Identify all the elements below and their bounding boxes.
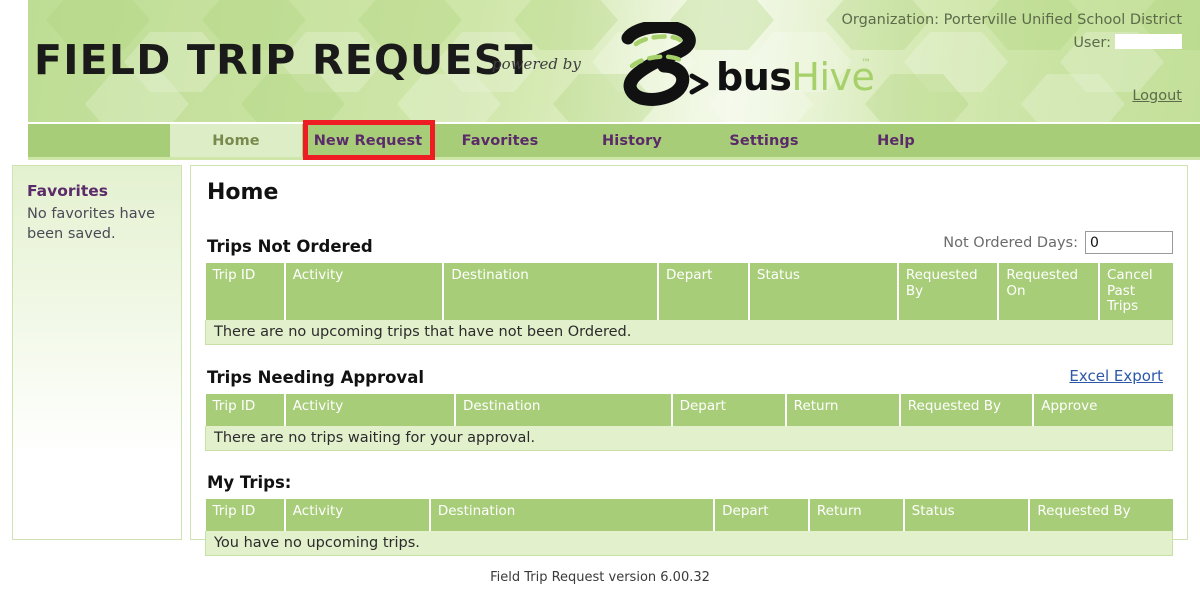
section-header-trips-not-ordered: Trips Not Ordered Not Ordered Days:: [205, 231, 1173, 256]
section-title-my-trips: My Trips:: [207, 472, 292, 492]
column-header-status[interactable]: Status: [903, 498, 1031, 531]
column-header-depart[interactable]: Depart: [658, 263, 750, 320]
column-header-activity[interactable]: Activity: [284, 263, 445, 320]
column-header-destination[interactable]: Destination: [429, 498, 716, 531]
empty-message-trips-needing-approval: There are no trips waiting for your appr…: [205, 425, 1173, 451]
bushive-bus-text: bus: [716, 55, 792, 99]
column-header-trip-id[interactable]: Trip ID: [205, 393, 286, 426]
app-title: FIELD TRIP REQUEST: [34, 36, 534, 84]
nav-tab-settings[interactable]: Settings: [698, 124, 830, 157]
column-header-activity[interactable]: Activity: [284, 393, 456, 426]
organization-label: Organization: Porterville Unified School…: [841, 12, 1182, 28]
empty-message-trips-not-ordered: There are no upcoming trips that have no…: [205, 319, 1173, 345]
trademark-symbol: ™: [861, 58, 871, 69]
column-header-cancel-past-trips[interactable]: Cancel Past Trips: [1098, 263, 1173, 320]
table-header-row: Trip ID Activity Destination Depart Stat…: [205, 263, 1173, 320]
column-header-activity[interactable]: Activity: [284, 498, 431, 531]
column-header-destination[interactable]: Destination: [443, 263, 660, 320]
bushive-logo: busHive ™: [608, 22, 878, 108]
nav-tab-new-request-label: New Request: [313, 132, 423, 149]
nav-tab-history-label: History: [602, 132, 662, 149]
logout-link[interactable]: Logout: [1132, 88, 1182, 104]
table-row-empty: You have no upcoming trips.: [205, 530, 1173, 556]
nav-left-spacer: [28, 124, 170, 157]
nav-tab-help[interactable]: Help: [830, 124, 962, 157]
nav-tab-settings-label: Settings: [729, 132, 799, 149]
section-header-my-trips: My Trips:: [205, 473, 1173, 492]
column-header-return[interactable]: Return: [785, 393, 901, 426]
table-trips-needing-approval: Trip ID Activity Destination Depart Retu…: [205, 393, 1173, 451]
column-header-requested-by[interactable]: Requested By: [899, 393, 1035, 426]
nav-tab-home-label: Home: [212, 132, 260, 149]
table-trips-not-ordered: Trip ID Activity Destination Depart Stat…: [205, 263, 1173, 345]
table-my-trips: Trip ID Activity Destination Depart Retu…: [205, 498, 1173, 556]
nav-tab-history[interactable]: History: [566, 124, 698, 157]
favorites-sidebar: Favorites No favorites have been saved.: [12, 165, 182, 540]
column-header-requested-by[interactable]: Requested By: [897, 263, 1000, 320]
column-header-trip-id[interactable]: Trip ID: [205, 263, 286, 320]
user-label: User:: [1073, 34, 1182, 51]
table-header-row: Trip ID Activity Destination Depart Retu…: [205, 393, 1173, 426]
nav-tab-help-label: Help: [877, 132, 915, 149]
column-header-approve[interactable]: Approve: [1033, 393, 1173, 426]
bushive-wordmark: busHive: [716, 55, 875, 99]
column-header-return[interactable]: Return: [808, 498, 905, 531]
nav-tab-new-request[interactable]: New Request: [302, 124, 434, 157]
page-title: Home: [207, 180, 279, 205]
powered-by-label: powered by: [492, 55, 581, 73]
excel-export-link[interactable]: Excel Export: [1069, 367, 1163, 385]
main-content-panel: Home Trips Not Ordered Not Ordered Days:…: [190, 165, 1188, 556]
table-header-row: Trip ID Activity Destination Depart Retu…: [205, 498, 1173, 531]
sidebar-title: Favorites: [27, 182, 108, 200]
sidebar-empty-message: No favorites have been saved.: [27, 206, 156, 242]
column-header-depart[interactable]: Depart: [671, 393, 787, 426]
nav-underline: [28, 157, 1200, 160]
footer-version: Field Trip Request version 6.00.32: [490, 570, 710, 585]
nav-tab-home[interactable]: Home: [170, 124, 302, 157]
nav-tab-favorites[interactable]: Favorites: [434, 124, 566, 157]
section-title-trips-needing-approval: Trips Needing Approval: [207, 367, 424, 387]
empty-message-my-trips: You have no upcoming trips.: [205, 530, 1173, 556]
not-ordered-days-control: Not Ordered Days:: [943, 231, 1173, 254]
column-header-status[interactable]: Status: [748, 263, 899, 320]
main-navigation: Home New Request Favorites History Setti…: [28, 124, 1200, 157]
column-header-destination[interactable]: Destination: [454, 393, 673, 426]
section-title-trips-not-ordered: Trips Not Ordered: [207, 237, 373, 256]
column-header-requested-by[interactable]: Requested By: [1029, 498, 1173, 531]
column-header-trip-id[interactable]: Trip ID: [205, 498, 286, 531]
bushive-swirl-icon: [621, 22, 709, 106]
not-ordered-days-input[interactable]: [1085, 231, 1173, 254]
table-row-empty: There are no upcoming trips that have no…: [205, 319, 1173, 345]
table-row-empty: There are no trips waiting for your appr…: [205, 425, 1173, 451]
section-header-trips-needing-approval: Trips Needing Approval Excel Export: [205, 367, 1173, 387]
user-name-redacted: [1115, 34, 1182, 49]
nav-tab-favorites-label: Favorites: [461, 132, 539, 149]
column-header-requested-on[interactable]: Requested On: [998, 263, 1100, 320]
column-header-depart[interactable]: Depart: [714, 498, 810, 531]
app-header: FIELD TRIP REQUEST powered by busHive ™ …: [0, 0, 1200, 122]
user-label-text: User:: [1073, 35, 1111, 51]
not-ordered-days-label: Not Ordered Days:: [943, 234, 1078, 251]
